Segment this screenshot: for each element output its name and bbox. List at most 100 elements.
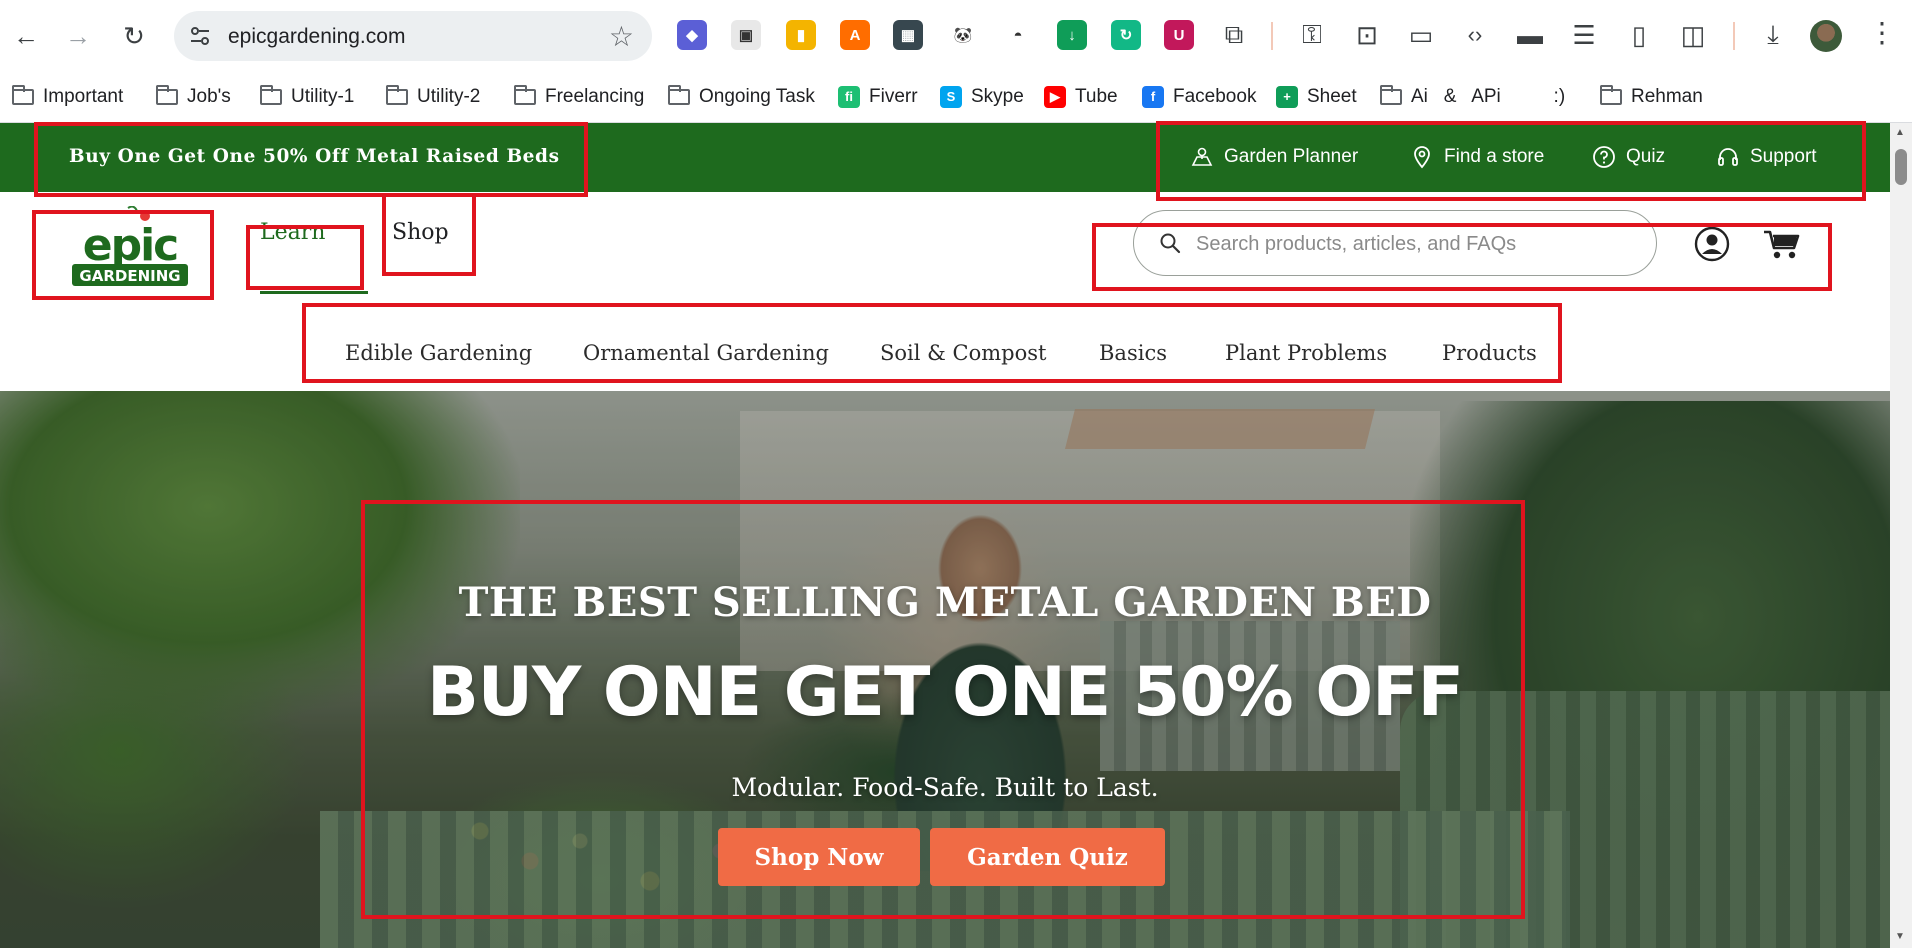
web-page: Buy One Get One 50% Off Metal Raised Bed… xyxy=(0,123,1890,948)
bookmark-item[interactable]: Utility-2 xyxy=(386,84,480,110)
headset-icon xyxy=(1718,148,1738,166)
bookmark-item[interactable]: Freelancing xyxy=(514,84,644,110)
search-icon[interactable] xyxy=(1158,231,1182,255)
bookmark-item[interactable]: Ai & APi :) xyxy=(1380,84,1565,110)
bookmark-label: Job's xyxy=(187,86,231,107)
bookmark-star-icon[interactable]: ☆ xyxy=(609,20,634,53)
back-arrow-icon[interactable]: ← xyxy=(8,18,44,54)
screenshot-icon[interactable]: ⊡ xyxy=(1352,20,1382,50)
youtube-icon: ▶ xyxy=(1044,86,1066,108)
card-icon[interactable]: ▬ xyxy=(1515,20,1545,50)
bookmark-label: Fiverr xyxy=(869,86,918,107)
bookmark-label: Skype xyxy=(971,86,1024,107)
extension-icon-8[interactable]: ↓ xyxy=(1057,20,1087,50)
extension-icon-2[interactable]: ▣ xyxy=(731,20,761,50)
extensions-puzzle-icon[interactable]: ⧉ xyxy=(1219,19,1249,50)
facebook-icon: f xyxy=(1142,86,1164,108)
profile-avatar[interactable] xyxy=(1810,20,1842,52)
epic-gardening-logo[interactable]: epic GARDENING xyxy=(66,206,194,292)
logo-text-line2: GARDENING xyxy=(79,267,180,285)
side-panel-icon[interactable]: ◫ xyxy=(1678,20,1708,50)
bookmark-item[interactable]: + Sheet xyxy=(1276,84,1357,110)
account-icon[interactable] xyxy=(1694,226,1730,262)
folder-icon xyxy=(386,85,408,105)
extension-icon-1[interactable]: ◆ xyxy=(677,20,707,50)
extension-icon-9[interactable]: ↻ xyxy=(1111,20,1141,50)
address-bar[interactable]: epicgardening.com ☆ xyxy=(174,11,652,61)
bookmark-item[interactable]: fi Fiverr xyxy=(838,84,918,110)
find-store-link[interactable]: Find a store xyxy=(1410,145,1544,169)
site-info-icon[interactable] xyxy=(188,24,212,48)
find-store-label: Find a store xyxy=(1444,146,1545,167)
toolbar-separator xyxy=(1271,22,1273,50)
scroll-down-icon[interactable]: ▼ xyxy=(1895,931,1905,942)
reload-icon[interactable]: ↻ xyxy=(116,18,152,54)
nav-soil-compost[interactable]: Soil & Compost xyxy=(880,341,1046,365)
category-nav: Edible Gardening Ornamental Gardening So… xyxy=(0,319,1890,391)
bookmark-label: Ongoing Task xyxy=(699,86,815,107)
folder-icon xyxy=(1600,85,1622,105)
quiz-label: Quiz xyxy=(1626,146,1666,167)
garden-planner-link[interactable]: Garden Planner xyxy=(1190,145,1358,169)
bookmark-item[interactable]: Rehman xyxy=(1600,84,1703,110)
more-menu-icon[interactable]: ⋮ xyxy=(1868,16,1896,49)
hero-subheadline: Modular. Food-Safe. Built to Last. xyxy=(731,773,1159,802)
shop-now-button[interactable]: Shop Now xyxy=(718,828,920,886)
promo-bar: Buy One Get One 50% Off Metal Raised Bed… xyxy=(0,123,1890,192)
cart-icon[interactable] xyxy=(1762,226,1802,262)
url-text[interactable]: epicgardening.com xyxy=(228,25,405,49)
folder-icon xyxy=(1380,85,1402,105)
bookmark-item[interactable]: ▶ Tube xyxy=(1044,84,1118,110)
bookmark-item[interactable]: S Skype xyxy=(940,84,1024,110)
download-icon[interactable]: ⤓ xyxy=(1758,19,1788,50)
hero-content: THE BEST SELLING METAL GARDEN BED BUY ON… xyxy=(0,391,1890,948)
bookmark-item[interactable]: Job's xyxy=(156,84,231,110)
extension-icon-3[interactable]: ▮ xyxy=(786,20,816,50)
support-link[interactable]: Support xyxy=(1716,145,1817,169)
quiz-link[interactable]: Quiz xyxy=(1592,145,1665,169)
bookmark-label: Freelancing xyxy=(545,86,645,107)
nav-products[interactable]: Products xyxy=(1442,341,1537,365)
bookmark-label: Ai & APi :) xyxy=(1411,86,1566,107)
code-icon[interactable]: ‹› xyxy=(1460,20,1490,50)
nav-shop[interactable]: Shop xyxy=(392,220,449,245)
location-pin-icon xyxy=(1414,146,1430,169)
folder-icon xyxy=(260,85,282,105)
extension-icon-7[interactable]: ◓ xyxy=(1003,20,1033,50)
bookmark-item[interactable]: Ongoing Task xyxy=(668,84,815,110)
bookmark-label: Important xyxy=(43,86,124,107)
extension-icon-10[interactable]: U xyxy=(1164,20,1194,50)
nav-ornamental-gardening[interactable]: Ornamental Gardening xyxy=(583,341,829,365)
list-icon[interactable]: ☰ xyxy=(1569,20,1599,50)
bookmark-item[interactable]: f Facebook xyxy=(1142,84,1256,110)
nav-basics[interactable]: Basics xyxy=(1099,341,1167,365)
extension-icon-5[interactable]: ▦ xyxy=(893,20,923,50)
bookmark-label: Rehman xyxy=(1631,86,1703,107)
browser-toolbar: ← → ↻ epicgardening.com ☆ ◆ ▣ ▮ A ▦ 🐼 ◓ ↓ ↻ U ⧉ ⚿ … xyxy=(0,0,1912,72)
search-input[interactable] xyxy=(1194,225,1638,263)
bookmark-item[interactable]: Utility-1 xyxy=(260,84,354,110)
garden-quiz-button[interactable]: Garden Quiz xyxy=(930,828,1165,886)
folder-icon xyxy=(668,85,690,105)
search-box[interactable] xyxy=(1133,210,1657,276)
nav-edible-gardening[interactable]: Edible Gardening xyxy=(345,341,532,365)
nav-learn[interactable]: Learn xyxy=(260,220,325,245)
nav-plant-problems[interactable]: Plant Problems xyxy=(1225,341,1387,365)
reading-mode-icon[interactable]: ▯ xyxy=(1624,20,1654,50)
scroll-up-icon[interactable]: ▲ xyxy=(1895,127,1905,138)
extension-icon-4[interactable]: A xyxy=(840,20,870,50)
site-header: epic GARDENING Learn Shop xyxy=(0,192,1890,320)
fiverr-icon: fi xyxy=(838,86,860,108)
scrollbar-thumb[interactable] xyxy=(1895,149,1907,185)
password-key-icon[interactable]: ⚿ xyxy=(1297,19,1327,50)
promo-text[interactable]: Buy One Get One 50% Off Metal Raised Bed… xyxy=(69,146,560,167)
bookmark-item[interactable]: Important xyxy=(12,84,123,110)
hero-kicker: THE BEST SELLING METAL GARDEN BED xyxy=(458,579,1432,626)
device-icon[interactable]: ▭ xyxy=(1406,20,1436,50)
extension-icon-6[interactable]: 🐼 xyxy=(948,20,978,50)
hero-banner: THE BEST SELLING METAL GARDEN BED BUY ON… xyxy=(0,391,1890,948)
folder-icon xyxy=(156,85,178,105)
sheets-icon: + xyxy=(1276,86,1298,108)
page-scrollbar[interactable]: ▲ ▼ xyxy=(1890,123,1912,948)
forward-arrow-icon[interactable]: → xyxy=(60,18,96,54)
